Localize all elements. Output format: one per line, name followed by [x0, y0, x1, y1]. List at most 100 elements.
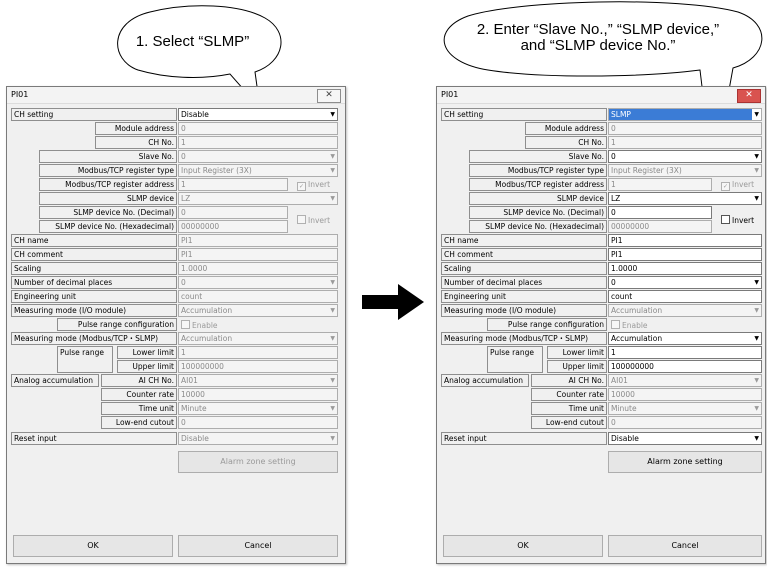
enable-label: Enable [192, 321, 218, 330]
chevron-down-icon: ▼ [754, 279, 759, 286]
label-engineering-unit: Engineering unit [11, 290, 177, 303]
label-reset-input: Reset input [11, 432, 177, 445]
chevron-down-icon: ▼ [754, 377, 759, 384]
reset-input-select[interactable]: Disable ▼ [178, 432, 338, 445]
checkbox-icon [611, 320, 620, 329]
enable-checkbox[interactable]: Enable [181, 320, 218, 330]
label-register-type: Modbus/TCP register type [39, 164, 177, 177]
lower-limit-field[interactable]: 1 [178, 346, 338, 359]
close-button[interactable]: ✕ [317, 89, 341, 103]
cancel-button[interactable]: Cancel [608, 535, 762, 557]
titlebar: PI01 ✕ [437, 87, 765, 104]
ch-name-field[interactable]: PI1 [608, 234, 762, 247]
scaling-field[interactable]: 1.0000 [178, 262, 338, 275]
measuring-mode-io-select[interactable]: Accumulation ▼ [608, 304, 762, 317]
slmp-device-no-hex-field[interactable]: 00000000 [178, 220, 288, 233]
invert-checkbox[interactable]: ✓ Invert [297, 180, 330, 191]
time-unit-select[interactable]: Minute ▼ [608, 402, 762, 415]
slmp-device-no-dec-field[interactable]: 0 [608, 206, 712, 219]
decimal-places-value: 0 [611, 278, 616, 287]
ok-button[interactable]: OK [13, 535, 173, 557]
module-address-field[interactable]: 0 [178, 122, 338, 135]
label-slmp-device: SLMP device [39, 192, 177, 205]
label-scaling: Scaling [441, 262, 607, 275]
measuring-mode-modbus-select[interactable]: Accumulation ▼ [608, 332, 762, 345]
checkbox-icon [721, 215, 730, 224]
upper-limit-field[interactable]: 100000000 [178, 360, 338, 373]
callout-left-text: 1. Select “SLMP” [135, 33, 250, 50]
ch-setting-select[interactable]: SLMP ▼ [608, 108, 762, 121]
invert-checkbox-2[interactable]: Invert [721, 215, 754, 225]
scaling-field[interactable]: 1.0000 [608, 262, 762, 275]
ch-setting-select[interactable]: Disable ▼ [178, 108, 338, 121]
decimal-places-value: 0 [181, 278, 186, 287]
label-slmp-device-no-hex: SLMP device No. (Hexadecimal) [469, 220, 607, 233]
label-ch-name: CH name [441, 234, 607, 247]
decimal-places-select[interactable]: 0 ▼ [178, 276, 338, 289]
measuring-mode-modbus-value: Accumulation [181, 334, 233, 343]
label-register-address: Modbus/TCP register address [469, 178, 607, 191]
slmp-device-no-hex-field[interactable]: 00000000 [608, 220, 712, 233]
label-upper-limit: Upper limit [547, 360, 607, 373]
label-module-address: Module address [525, 122, 607, 135]
ch-comment-field[interactable]: PI1 [178, 248, 338, 261]
decimal-places-select[interactable]: 0 ▼ [608, 276, 762, 289]
chevron-down-icon: ▼ [330, 405, 335, 412]
ok-button[interactable]: OK [443, 535, 603, 557]
label-decimal-places: Number of decimal places [441, 276, 607, 289]
ch-no-field[interactable]: 1 [178, 136, 338, 149]
enable-label: Enable [622, 321, 648, 330]
reset-input-value: Disable [611, 434, 639, 443]
cancel-button[interactable]: Cancel [178, 535, 338, 557]
alarm-zone-setting-button[interactable]: Alarm zone setting [178, 451, 338, 473]
counter-rate-field[interactable]: 10000 [608, 388, 762, 401]
measuring-mode-io-select[interactable]: Accumulation ▼ [178, 304, 338, 317]
engineering-unit-field[interactable]: count [178, 290, 338, 303]
upper-limit-field[interactable]: 100000000 [608, 360, 762, 373]
measuring-mode-io-value: Accumulation [181, 306, 233, 315]
chevron-down-icon: ▼ [752, 109, 761, 120]
ai-ch-no-select[interactable]: AI01 ▼ [608, 374, 762, 387]
label-decimal-places: Number of decimal places [11, 276, 177, 289]
measuring-mode-modbus-select[interactable]: Accumulation ▼ [178, 332, 338, 345]
alarm-zone-setting-button[interactable]: Alarm zone setting [608, 451, 762, 473]
enable-checkbox[interactable]: Enable [611, 320, 648, 330]
measuring-mode-io-value: Accumulation [611, 306, 663, 315]
slmp-device-select[interactable]: LZ ▼ [178, 192, 338, 205]
slmp-device-select[interactable]: LZ ▼ [608, 192, 762, 205]
time-unit-value: Minute [181, 404, 207, 413]
right-arrow-icon [362, 282, 426, 324]
low-end-cutoff-field[interactable]: 0 [608, 416, 762, 429]
ch-no-field[interactable]: 1 [608, 136, 762, 149]
ai-ch-no-select[interactable]: AI01 ▼ [178, 374, 338, 387]
close-button[interactable]: ✕ [737, 89, 761, 103]
slave-no-select[interactable]: 0 ▼ [608, 150, 762, 163]
register-address-field[interactable]: 1 [608, 178, 712, 191]
ch-name-field[interactable]: PI1 [178, 234, 338, 247]
module-address-field[interactable]: 0 [608, 122, 762, 135]
slave-no-select[interactable]: 0 ▼ [178, 150, 338, 163]
label-pulse-range-config: Pulse range configuration [487, 318, 607, 331]
slmp-device-no-dec-field[interactable]: 0 [178, 206, 288, 219]
low-end-cutoff-field[interactable]: 0 [178, 416, 338, 429]
invert-label-2: Invert [732, 216, 755, 225]
label-pulse-range: Pulse range [57, 346, 113, 373]
engineering-unit-field[interactable]: count [608, 290, 762, 303]
counter-rate-field[interactable]: 10000 [178, 388, 338, 401]
chevron-down-icon: ▼ [754, 153, 759, 160]
label-lower-limit: Lower limit [547, 346, 607, 359]
invert-label: Invert [732, 180, 755, 189]
ch-comment-field[interactable]: PI1 [608, 248, 762, 261]
invert-checkbox-2[interactable]: Invert [297, 215, 330, 225]
label-measuring-mode-io: Measuring mode (I/O module) [441, 304, 607, 317]
register-type-select[interactable]: Input Register (3X) ▼ [178, 164, 338, 177]
invert-checkbox[interactable]: ✓ Invert [721, 180, 754, 191]
lower-limit-field[interactable]: 1 [608, 346, 762, 359]
time-unit-select[interactable]: Minute ▼ [178, 402, 338, 415]
label-slmp-device-no-hex: SLMP device No. (Hexadecimal) [39, 220, 177, 233]
ch-setting-value: Disable [181, 110, 209, 119]
reset-input-select[interactable]: Disable ▼ [608, 432, 762, 445]
register-address-field[interactable]: 1 [178, 178, 288, 191]
register-type-select[interactable]: Input Register (3X) ▼ [608, 164, 762, 177]
chevron-down-icon: ▼ [330, 195, 335, 202]
